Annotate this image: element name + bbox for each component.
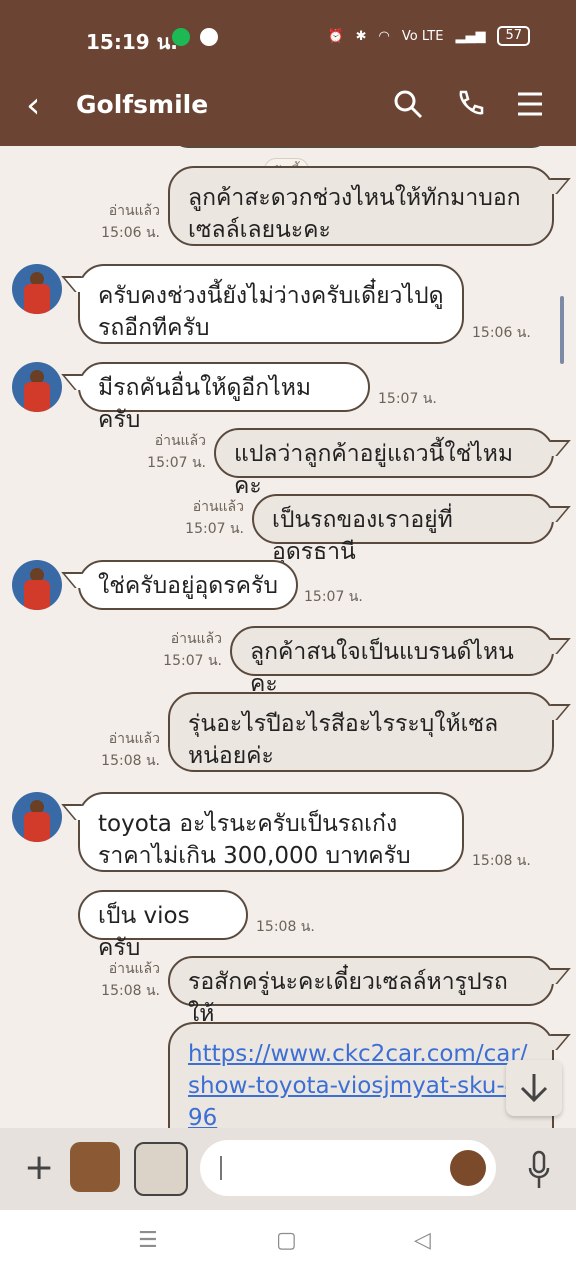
emoji-icon[interactable] (450, 1150, 486, 1186)
meta-5: อ่านแล้ว 15:07 น. (174, 496, 244, 540)
message-time: 15:08 น. (101, 983, 160, 999)
signal-icon: ▂▄▆ (455, 28, 486, 44)
message-bubble[interactable]: ลูกค้าสะดวกช่วงไหนให้ทักมาบอกเซลล์เลยนะค… (168, 166, 554, 246)
scroll-down-button[interactable] (506, 1060, 562, 1116)
wifi-icon: ◠ (378, 28, 390, 44)
input-bar: + (0, 1128, 576, 1210)
system-nav-bar: ☰ ▢ ◁ (0, 1210, 576, 1280)
message-time: 15:06 น. (472, 325, 531, 341)
message-input[interactable] (200, 1140, 496, 1196)
status-app-icons (172, 28, 218, 46)
gallery-icon[interactable] (134, 1142, 188, 1196)
message-bubble[interactable]: เป็นรถของเราอยู่ที่อุดรธานี (252, 494, 554, 565)
read-receipt: อ่านแล้ว (108, 203, 160, 219)
chat-header: ‹ Golfsmile (0, 74, 576, 146)
message-bubble[interactable]: toyota อะไรนะครับเป็นรถเก๋งราคาไม่เกิน 3… (78, 792, 464, 872)
alarm-icon: ⏰ (327, 28, 344, 44)
mic-icon[interactable] (528, 1150, 550, 1190)
message-time: 15:07 น. (147, 455, 206, 471)
read-receipt: อ่านแล้ว (108, 731, 160, 747)
message-bubble[interactable]: ใช่ครับอยู่อุดรครับ (78, 560, 298, 610)
message-time: 15:08 น. (472, 853, 531, 869)
message-bubble[interactable]: ลูกค้าสนใจเป็นแบรนด์ไหนคะ (230, 626, 554, 697)
read-receipt: อ่านแล้ว (108, 961, 160, 977)
meta-7: อ่านแล้ว 15:07 น. (152, 628, 222, 672)
text-cursor (220, 1156, 222, 1180)
status-time: 15:19 น. (86, 30, 178, 54)
status-right: ⏰ ✱ ◠ Vo LTE ▂▄▆ 57 (327, 26, 530, 46)
avatar[interactable] (12, 264, 62, 314)
search-icon[interactable] (392, 88, 424, 120)
chat-title: Golfsmile (76, 90, 209, 119)
meta-1: อ่านแล้ว 15:06 น. (90, 200, 160, 244)
battery-icon: 57 (497, 26, 530, 46)
message-time: 15:07 น. (163, 653, 222, 669)
message-time: 15:07 น. (378, 391, 437, 407)
chat-area[interactable]: วันนี้ อ่านแล้ว 15:06 น. ลูกค้าสะดวกช่วง… (0, 146, 576, 1128)
menu-icon[interactable] (514, 88, 546, 120)
message-time: 15:08 น. (101, 753, 160, 769)
spotify-icon (172, 28, 190, 46)
link-bubble[interactable]: https://www.ckc2car.com/car/show-toyota-… (168, 1022, 554, 1128)
read-receipt: อ่านแล้ว (192, 499, 244, 515)
facebook-icon (200, 28, 218, 46)
message-bubble[interactable]: ครับคงช่วงนี้ยังไม่ว่างครับเดี๋ยวไปดูรถอ… (78, 264, 464, 344)
meta-8: อ่านแล้ว 15:08 น. (90, 728, 160, 772)
avatar[interactable] (12, 792, 62, 842)
message-bubble[interactable]: รอสักครู่นะคะเดี๋ยวเซลล์หารูปรถให้ (168, 956, 554, 1027)
recent-apps-icon[interactable]: ☰ (138, 1228, 158, 1253)
message-bubble[interactable]: รุ่นอะไรปีอะไรสีอะไรระบุให้เซลหน่อยค่ะ (168, 692, 554, 772)
message-link[interactable]: https://www.ckc2car.com/car/show-toyota-… (188, 1041, 534, 1128)
scrollbar[interactable] (560, 296, 564, 364)
arrow-down-icon (520, 1074, 548, 1103)
avatar[interactable] (12, 362, 62, 412)
read-receipt: อ่านแล้ว (154, 433, 206, 449)
plus-icon[interactable]: + (24, 1148, 54, 1188)
message-time: 15:08 น. (256, 919, 315, 935)
message-time: 15:07 น. (304, 589, 363, 605)
volte-label: Vo LTE (401, 28, 444, 44)
status-bar: 15:19 น. ⏰ ✱ ◠ Vo LTE ▂▄▆ 57 (0, 0, 576, 74)
call-icon[interactable] (454, 88, 486, 120)
bluetooth-icon: ✱ (355, 28, 367, 44)
read-receipt: อ่านแล้ว (170, 631, 222, 647)
meta-4: อ่านแล้ว 15:07 น. (136, 430, 206, 474)
back-icon[interactable]: ‹ (26, 86, 40, 126)
previous-bubble (168, 146, 552, 148)
meta-11: อ่านแล้ว 15:08 น. (90, 958, 160, 1002)
message-time: 15:06 น. (101, 225, 160, 241)
home-icon[interactable]: ▢ (276, 1228, 297, 1253)
message-bubble[interactable]: มีรถคันอื่นให้ดูอีกไหมครับ (78, 362, 370, 433)
message-time: 15:07 น. (185, 521, 244, 537)
message-bubble[interactable]: เป็น vios ครับ (78, 890, 248, 961)
back-nav-icon[interactable]: ◁ (414, 1228, 431, 1253)
avatar[interactable] (12, 560, 62, 610)
message-bubble[interactable]: แปลว่าลูกค้าอยู่แถวนี้ใช่ไหมคะ (214, 428, 554, 499)
sticker-icon[interactable] (70, 1142, 120, 1192)
